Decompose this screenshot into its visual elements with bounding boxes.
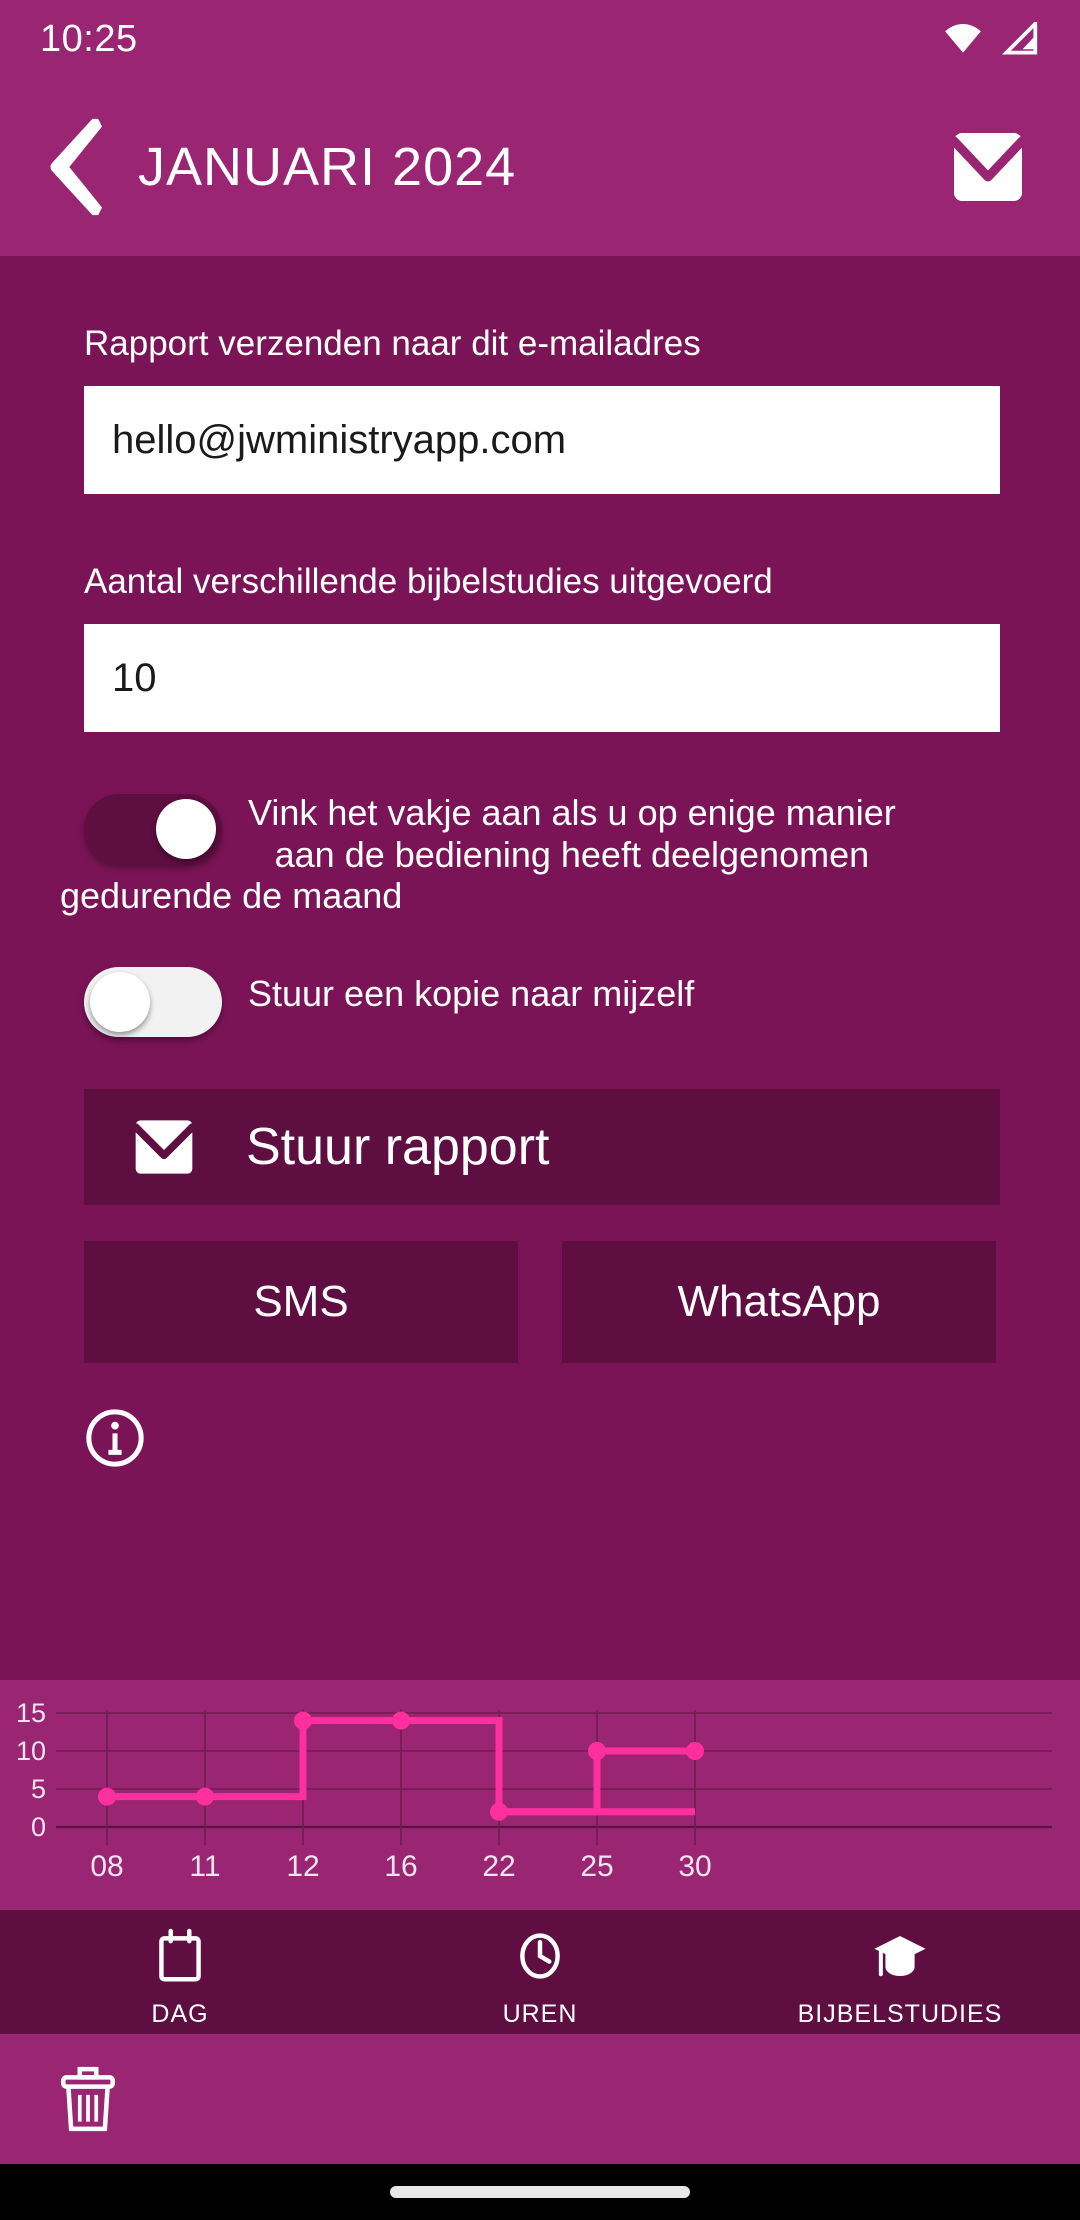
data-point-16	[392, 1711, 410, 1730]
bottom-navigation: DAG UREN BIJBELSTUDIES	[0, 1910, 1080, 2034]
email-input[interactable]: hello@jwministryapp.com	[84, 386, 1000, 494]
data-point-30	[686, 1742, 704, 1760]
xtick-6: 30	[678, 1850, 711, 1883]
status-icon-group	[942, 22, 1040, 56]
ytick-0: 0	[31, 1812, 46, 1842]
graduation-cap-icon	[874, 1935, 926, 1977]
participation-toggle-label: Vink het vakje aan als u op enige manier…	[248, 788, 896, 877]
page-title: JANUARI 2024	[138, 137, 517, 197]
chart-step-line-tail	[499, 1747, 695, 1816]
calendar-icon	[159, 1928, 201, 1982]
whatsapp-button[interactable]: WhatsApp	[562, 1241, 996, 1364]
back-button[interactable]	[40, 115, 114, 219]
share-button-row: SMS WhatsApp	[84, 1241, 996, 1364]
sms-label: SMS	[253, 1277, 349, 1327]
xtick-1: 11	[189, 1850, 220, 1883]
chevron-left-icon	[50, 118, 103, 216]
whatsapp-label: WhatsApp	[677, 1277, 881, 1327]
studies-input[interactable]: 10	[84, 624, 1000, 732]
info-circle-icon[interactable]	[84, 1407, 146, 1469]
data-point-12	[294, 1711, 312, 1730]
participation-toggle-label-line3: gedurende de maand	[60, 874, 403, 916]
mail-button[interactable]	[936, 115, 1040, 219]
xtick-3: 16	[384, 1850, 417, 1883]
data-point-08	[98, 1787, 116, 1806]
email-field-label: Rapport verzenden naar dit e-mailadres	[84, 324, 701, 363]
chart-x-axis-labels: 08 11 12 16 22 25 30	[90, 1850, 711, 1883]
participation-toggle-label-line1: Vink het vakje aan als u op enige manier	[248, 792, 896, 833]
copy-toggle-row: Stuur een kopie naar mijzelf	[84, 961, 996, 1038]
studies-field-label: Aantal verschillende bijbelstudies uitge…	[84, 562, 773, 601]
envelope-icon	[131, 1120, 197, 1175]
main-content: Rapport verzenden naar dit e-mailadres h…	[0, 256, 1080, 1680]
trash-icon[interactable]	[56, 2064, 120, 2134]
xtick-2: 12	[286, 1850, 319, 1883]
ytick-15: 15	[16, 1698, 46, 1728]
participation-toggle[interactable]	[84, 794, 222, 864]
chart-xgridlines	[106, 1710, 696, 1845]
ytick-10: 10	[16, 1736, 46, 1766]
home-indicator[interactable]	[390, 2186, 690, 2198]
clock-icon	[520, 1933, 560, 1979]
phone-screen: 10:25 JANUARI 2024 Rapport verzenden naa…	[0, 0, 1080, 2220]
toggle-knob	[156, 799, 216, 859]
nav-label-uren: UREN	[502, 2000, 578, 2028]
xtick-4: 22	[482, 1850, 515, 1883]
status-bar: 10:25	[0, 0, 1080, 78]
android-gesture-bar	[0, 2164, 1080, 2220]
chart-y-axis-labels: 15 10 5 0	[16, 1698, 46, 1842]
ytick-5: 5	[31, 1774, 46, 1804]
envelope-icon	[949, 133, 1027, 201]
xtick-0: 08	[90, 1850, 123, 1883]
wifi-icon	[945, 24, 981, 53]
nav-label-bijbelstudies: BIJBELSTUDIES	[797, 2000, 1003, 2028]
nav-item-dag[interactable]: DAG	[0, 1910, 360, 2034]
data-point-22	[490, 1802, 508, 1821]
send-report-button[interactable]: Stuur rapport	[84, 1089, 1000, 1206]
chart-canvas: 15 10 5 0 08 11 12 16 22 25 30	[16, 1698, 1052, 1883]
activity-chart: 15 10 5 0 08 11 12 16 22 25 30	[0, 1680, 1080, 1910]
app-bar: JANUARI 2024	[0, 78, 1080, 256]
toggle-knob	[90, 972, 150, 1033]
copy-toggle[interactable]	[84, 967, 222, 1038]
sms-button[interactable]: SMS	[84, 1241, 518, 1364]
send-report-label: Stuur rapport	[246, 1118, 550, 1177]
participation-toggle-label-line2: aan de bediening heeft deelgenomen	[274, 834, 870, 876]
cellular-signal-icon	[1001, 22, 1038, 55]
copy-toggle-label: Stuur een kopie naar mijzelf	[248, 973, 695, 1015]
status-time: 10:25	[40, 17, 138, 60]
data-point-11	[196, 1787, 214, 1806]
data-point-25	[588, 1742, 606, 1760]
participation-toggle-row: Vink het vakje aan als u op enige manier…	[84, 788, 996, 877]
xtick-5: 25	[580, 1850, 613, 1883]
nav-item-uren[interactable]: UREN	[360, 1910, 720, 2034]
nav-item-bijbelstudies[interactable]: BIJBELSTUDIES	[720, 1910, 1080, 2034]
nav-label-dag: DAG	[151, 2000, 209, 2028]
trash-bar	[0, 2034, 1080, 2164]
